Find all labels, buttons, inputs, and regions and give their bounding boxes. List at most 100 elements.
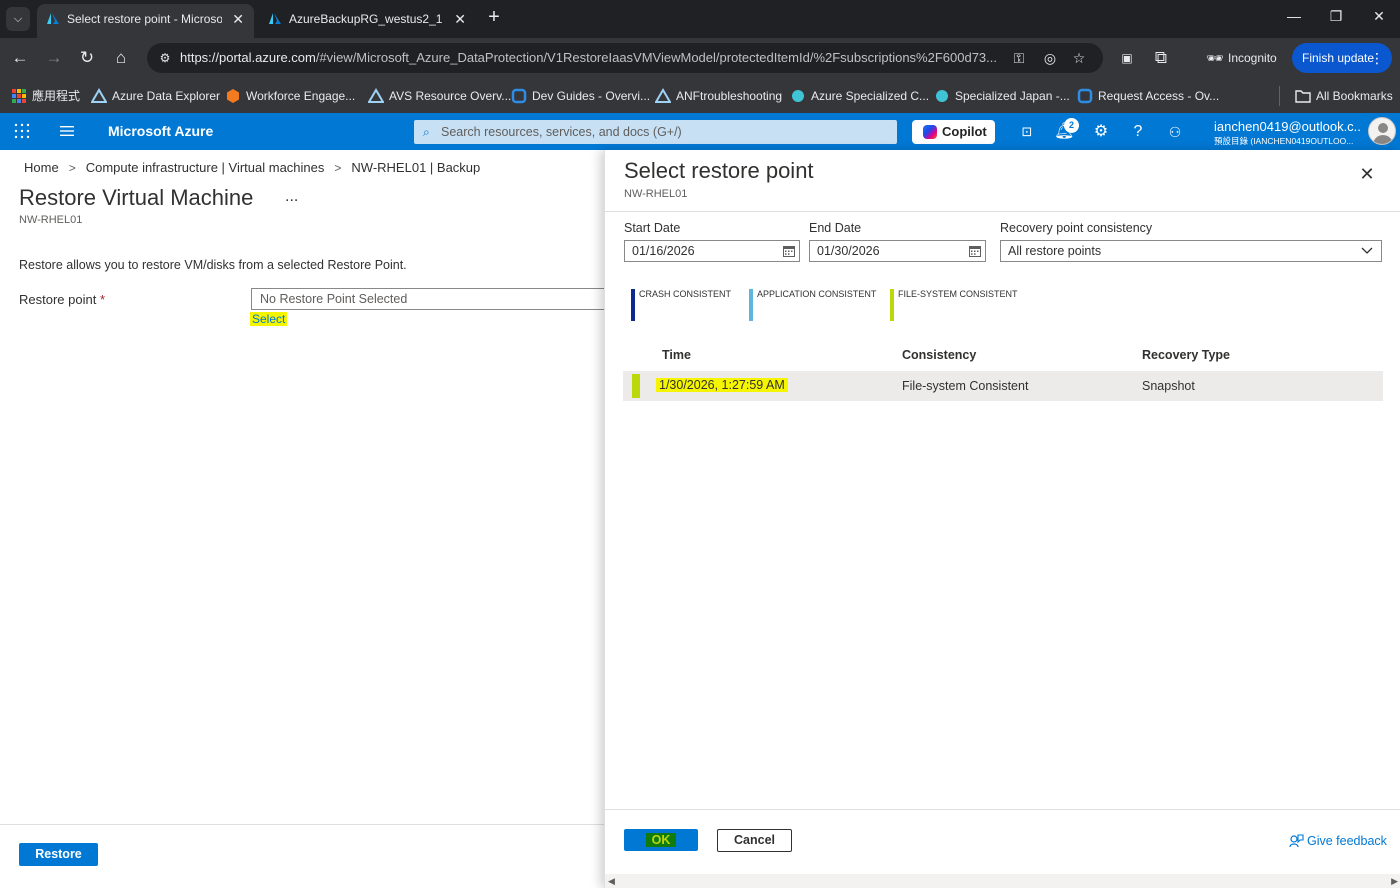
portal-brand[interactable]: Microsoft Azure [108, 123, 213, 139]
consistency-dropdown[interactable]: All restore points [1000, 240, 1382, 262]
puzzle-icon[interactable]: ⧉ [1150, 47, 1172, 69]
restore-button[interactable]: Restore [19, 843, 98, 866]
account-email: ianchen0419@outlook.c... [1214, 119, 1360, 134]
bookmark-apps[interactable]: 應用程式 [11, 86, 80, 106]
finish-update-button[interactable]: Finish update ⋮ [1292, 43, 1392, 73]
account-info[interactable]: ianchen0419@outlook.c... 預設目錄 (IANCHEN04… [1214, 119, 1360, 147]
close-tab-icon[interactable]: ✕ [232, 4, 244, 34]
incognito-indicator[interactable]: 🕶 Incognito [1196, 43, 1286, 73]
pane-header-divider [605, 211, 1400, 212]
star-icon[interactable]: ☆ [1069, 48, 1089, 68]
table-row[interactable]: 1/30/2026, 1:27:59 AM File-system Consis… [623, 371, 1383, 401]
bookmark-azure-data-explorer[interactable]: Azure Data Explorer [91, 86, 220, 106]
ok-button[interactable]: OK [624, 829, 698, 851]
pane-footer-divider [605, 809, 1400, 810]
breadcrumb: Home > Compute infrastructure | Virtual ma… [24, 160, 480, 175]
data-explorer-icon [655, 88, 671, 103]
cloud-shell-icon[interactable]: ⊡ [1017, 122, 1037, 142]
browser-tab-active[interactable]: Select restore point - Microsoft Azure ✕ [37, 4, 254, 38]
bookmark-dev-guides[interactable]: Dev Guides - Overvi... [511, 86, 650, 106]
legend-swatch [749, 289, 753, 321]
extension-icon[interactable]: ▣ [1116, 47, 1138, 69]
bookmark-label: Specialized Japan -... [955, 89, 1070, 103]
legend-swatch [631, 289, 635, 321]
start-date-input[interactable]: 01/16/2026 [624, 240, 800, 262]
home-icon[interactable]: ⌂ [110, 47, 132, 69]
breadcrumb-home[interactable]: Home [24, 160, 59, 175]
row-time: 1/30/2026, 1:27:59 AM [656, 378, 788, 392]
page-title: Restore Virtual Machine [19, 185, 254, 210]
all-bookmarks-label: All Bookmarks [1316, 89, 1393, 103]
account-tenant: 預設目錄 (IANCHEN0419OUTLOO... [1214, 136, 1354, 146]
eye-off-icon[interactable]: ◎ [1040, 48, 1060, 68]
select-restore-point-link[interactable]: Select [250, 312, 288, 326]
calendar-icon[interactable] [969, 245, 981, 257]
column-header-recovery-type[interactable]: Recovery Type [1142, 348, 1230, 362]
search-icon: ⌕ [423, 125, 430, 139]
ok-label: OK [645, 833, 677, 847]
forward-icon[interactable]: → [43, 47, 65, 69]
feedback-person-icon[interactable]: ⚇ [1165, 122, 1185, 142]
copilot-button[interactable]: Copilot [912, 120, 995, 144]
column-header-time[interactable]: Time [662, 348, 691, 362]
restore-window-icon[interactable]: ❐ [1326, 8, 1346, 25]
azure-logo-icon [269, 13, 281, 24]
new-tab-button[interactable]: + [484, 6, 504, 29]
close-icon[interactable]: ✕ [1357, 164, 1377, 184]
end-date-value: 01/30/2026 [817, 244, 880, 258]
tab-title: Select restore point - Microsoft Azure [67, 12, 222, 26]
tab-title: AzureBackupRG_westus2_1 - Microsoft Azur… [289, 12, 444, 26]
all-bookmarks-button[interactable]: All Bookmarks [1295, 86, 1393, 106]
bookmark-specialized-japan[interactable]: Specialized Japan -... [934, 86, 1070, 106]
restore-point-field: No Restore Point Selected [251, 288, 611, 310]
horizontal-scrollbar[interactable]: ◀ ▶ [605, 874, 1400, 888]
give-feedback-label: Give feedback [1307, 834, 1387, 848]
close-window-icon[interactable]: ✕ [1369, 8, 1389, 25]
restore-description: Restore allows you to restore VM/disks f… [19, 258, 407, 272]
site-info-icon[interactable]: ⚙ [155, 48, 175, 68]
required-asterisk: * [99, 292, 106, 307]
bookmarks-bar: 應用程式 Azure Data Explorer Workforce Engag… [0, 78, 1400, 113]
breadcrumb-backup[interactable]: NW-RHEL01 | Backup [351, 160, 480, 175]
avatar[interactable] [1368, 117, 1396, 145]
bookmark-azure-specialized[interactable]: Azure Specialized C... [790, 86, 929, 106]
scroll-left-icon[interactable]: ◀ [608, 876, 615, 887]
bookmark-request-access[interactable]: Request Access - Ov... [1077, 86, 1219, 106]
browser-tab-strip: ⌵ Select restore point - Microsoft Azure… [0, 0, 1400, 38]
portal-menu-icon[interactable] [59, 123, 75, 139]
global-search-input[interactable]: ⌕ Search resources, services, and docs (… [414, 120, 897, 144]
hexagon-icon [227, 89, 239, 103]
tab-search-button[interactable]: ⌵ [6, 7, 30, 31]
browser-tab[interactable]: AzureBackupRG_westus2_1 - Microsoft Azur… [259, 4, 476, 38]
restore-point-label-text: Restore point [19, 292, 97, 307]
minimize-icon[interactable]: — [1284, 8, 1304, 24]
select-restore-point-pane: Select restore point NW-RHEL01 ✕ Start D… [604, 150, 1400, 888]
bookmark-anf-troubleshooting[interactable]: ANFtroubleshooting [655, 86, 782, 106]
bookmark-label: ANFtroubleshooting [676, 89, 783, 103]
end-date-input[interactable]: 01/30/2026 [809, 240, 986, 262]
bookmark-workforce-engage[interactable]: Workforce Engage... [225, 86, 355, 106]
back-icon[interactable]: ← [9, 47, 31, 69]
bookmark-avs-resource[interactable]: AVS Resource Overv... [368, 86, 511, 106]
cancel-button[interactable]: Cancel [717, 829, 792, 852]
breadcrumb-virtual-machines[interactable]: Compute infrastructure | Virtual machine… [86, 160, 325, 175]
bookmarks-divider [1279, 86, 1280, 106]
help-question-icon[interactable]: ? [1128, 122, 1148, 142]
bookmark-label: Request Access - Ov... [1098, 89, 1220, 103]
cloud-icon [936, 90, 948, 102]
data-explorer-icon [91, 88, 107, 103]
give-feedback-link[interactable]: Give feedback [1289, 834, 1387, 848]
browser-toolbar: ← → ↻ ⌂ ⚙ https://portal.azure.com/#view… [0, 38, 1400, 78]
address-bar[interactable]: ⚙ https://portal.azure.com/#view/Microso… [147, 43, 1103, 73]
reload-icon[interactable]: ↻ [76, 47, 98, 69]
scroll-right-icon[interactable]: ▶ [1391, 876, 1398, 887]
more-options-button[interactable]: ... [285, 188, 298, 206]
calendar-icon[interactable] [783, 245, 795, 257]
column-header-consistency[interactable]: Consistency [902, 348, 976, 362]
key-icon[interactable]: ⚿ [1009, 48, 1029, 68]
app-launcher-icon[interactable] [14, 123, 30, 139]
notification-count-badge: 2 [1064, 118, 1079, 133]
close-tab-icon[interactable]: ✕ [454, 4, 466, 34]
settings-gear-icon[interactable]: ⚙ [1091, 122, 1111, 142]
chevron-down-icon [1361, 247, 1373, 254]
